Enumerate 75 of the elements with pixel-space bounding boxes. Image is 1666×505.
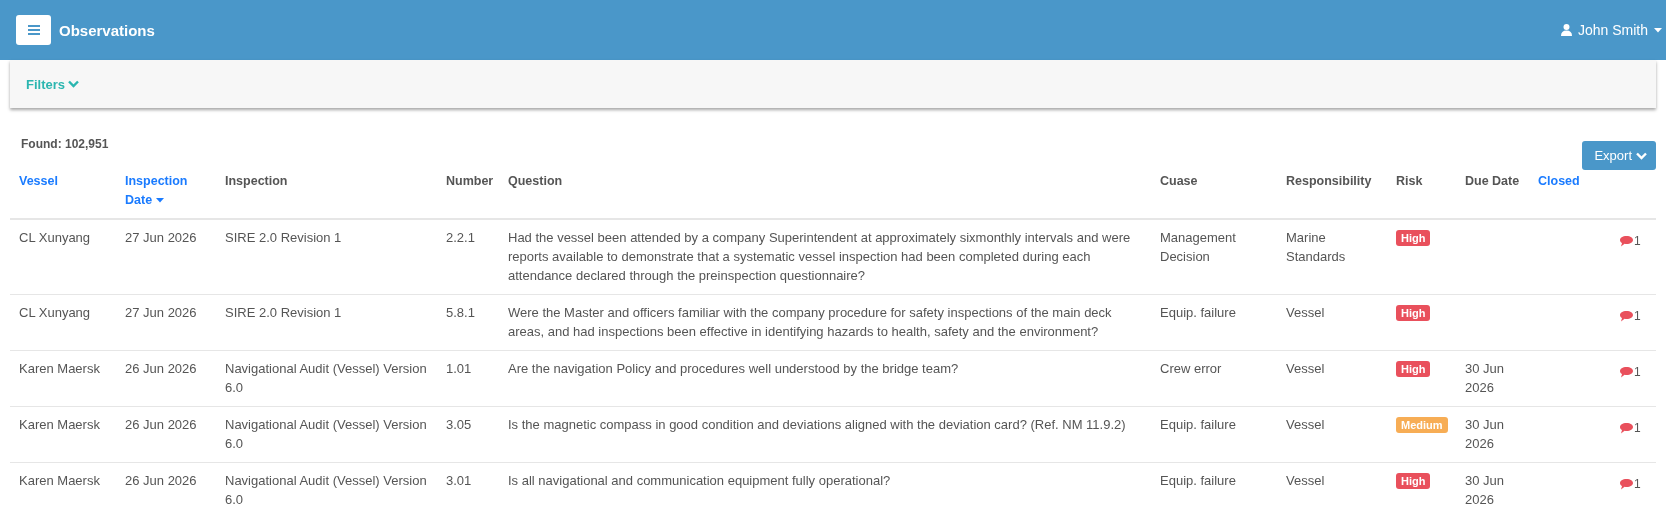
- column-header: Due Date: [1465, 173, 1520, 190]
- responsibility-cell: Vessel: [1286, 473, 1325, 488]
- inspection-cell: Navigational Audit (Vessel) Version 6.0: [225, 361, 427, 395]
- risk-badge: High: [1396, 230, 1431, 246]
- column-header: Cuase: [1160, 173, 1198, 190]
- vessel-cell: Karen Maersk: [19, 417, 100, 432]
- cause-cell: Equip. failure: [1160, 305, 1236, 320]
- due-date-cell: 30 Jun 2026: [1465, 473, 1505, 505]
- speech-bubble-icon: [1620, 479, 1633, 490]
- filters-toggle[interactable]: Filters: [26, 76, 79, 92]
- responsibility-cell: Vessel: [1286, 361, 1325, 376]
- column-header[interactable]: Vessel: [19, 172, 58, 191]
- question-cell: Are the navigation Policy and procedures well understood by the bridge team?: [508, 361, 959, 376]
- number-cell: 2.2.1: [446, 230, 475, 245]
- comments-link[interactable]: 1: [1620, 363, 1641, 382]
- column-header: Number: [446, 173, 494, 190]
- question-cell: Is the magnetic compass in good condition and deviations aligned with the deviation card? (Ref. NM 11.9.2): [508, 417, 1126, 432]
- number-cell: 3.01: [446, 473, 472, 488]
- inspection-cell: Navigational Audit (Vessel) Version 6.0: [225, 473, 427, 505]
- speech-bubble-icon: [1620, 236, 1633, 247]
- responsibility-cell: Vessel: [1286, 305, 1325, 320]
- due-date-cell: 30 Jun 2026: [1465, 361, 1505, 395]
- question-cell: Had the vessel been attended by a company Superintendent at approximately sixmonthly intervals and were reports available to demonstrate that a systematic vessel inspection had been completed during each attendance declared through the preinspection questionnaire?: [508, 230, 1131, 283]
- vessel-cell: Karen Maersk: [19, 473, 100, 488]
- due-date-cell: 30 Jun 2026: [1465, 417, 1505, 451]
- date-cell: 26 Jun 2026: [125, 417, 197, 432]
- risk-badge: Medium: [1396, 417, 1448, 433]
- number-cell: 1.01: [446, 361, 472, 376]
- chevron-down-icon: [68, 80, 79, 88]
- user-menu[interactable]: John Smith: [1560, 22, 1662, 38]
- responsibility-cell: Marine Standards: [1286, 230, 1346, 264]
- user-icon: [1560, 24, 1572, 36]
- comments-link[interactable]: 1: [1620, 232, 1641, 251]
- responsibility-cell: Vessel: [1286, 417, 1325, 432]
- cause-cell: Equip. failure: [1160, 417, 1236, 432]
- date-cell: 26 Jun 2026: [125, 361, 197, 376]
- vessel-cell: CL Xunyang: [19, 305, 91, 320]
- cause-cell: Equip. failure: [1160, 473, 1236, 488]
- speech-bubble-icon: [1620, 367, 1633, 378]
- column-header: Risk: [1396, 173, 1423, 190]
- menu-icon: [27, 25, 40, 35]
- column-header: Inspection: [225, 173, 288, 190]
- inspection-cell: Navigational Audit (Vessel) Version 6.0: [225, 417, 427, 451]
- vessel-cell: Karen Maersk: [19, 361, 100, 376]
- risk-badge: High: [1396, 473, 1431, 489]
- results-count: Found: 102,951: [21, 137, 109, 151]
- inspection-cell: SIRE 2.0 Revision 1: [225, 230, 342, 245]
- speech-bubble-icon: [1620, 311, 1633, 322]
- date-cell: 27 Jun 2026: [125, 230, 197, 245]
- caret-icon: [1654, 27, 1662, 33]
- date-cell: 26 Jun 2026: [125, 473, 197, 488]
- question-cell: Is all navigational and communication equipment fully operational?: [508, 473, 891, 488]
- export-button[interactable]: Export: [1582, 141, 1656, 170]
- column-header[interactable]: Inspection Date: [125, 172, 207, 210]
- risk-badge: High: [1396, 305, 1431, 321]
- sort-caret-icon: [156, 198, 165, 204]
- page-title: Observations: [59, 21, 155, 39]
- risk-badge: High: [1396, 361, 1431, 377]
- cause-cell: Management Decision: [1160, 230, 1236, 264]
- column-header: Question: [508, 173, 563, 190]
- date-cell: 27 Jun 2026: [125, 305, 197, 320]
- chevron-down-icon: [1636, 151, 1647, 160]
- question-cell: Were the Master and officers familiar with the company procedure for safety inspections of the main deck areas, and had inspections been effective in identifying hazards to health, safety and the environment?: [508, 305, 1112, 339]
- comments-link[interactable]: 1: [1620, 475, 1641, 494]
- number-cell: 5.8.1: [446, 305, 475, 320]
- column-header: Responsibility: [1286, 173, 1372, 190]
- cause-cell: Crew error: [1160, 361, 1222, 376]
- column-header[interactable]: Closed: [1538, 172, 1580, 191]
- speech-bubble-icon: [1620, 423, 1633, 434]
- menu-button[interactable]: [16, 15, 51, 45]
- comments-link[interactable]: 1: [1620, 307, 1641, 326]
- vessel-cell: CL Xunyang: [19, 230, 91, 245]
- inspection-cell: SIRE 2.0 Revision 1: [225, 305, 342, 320]
- comments-link[interactable]: 1: [1620, 419, 1641, 438]
- number-cell: 3.05: [446, 417, 472, 432]
